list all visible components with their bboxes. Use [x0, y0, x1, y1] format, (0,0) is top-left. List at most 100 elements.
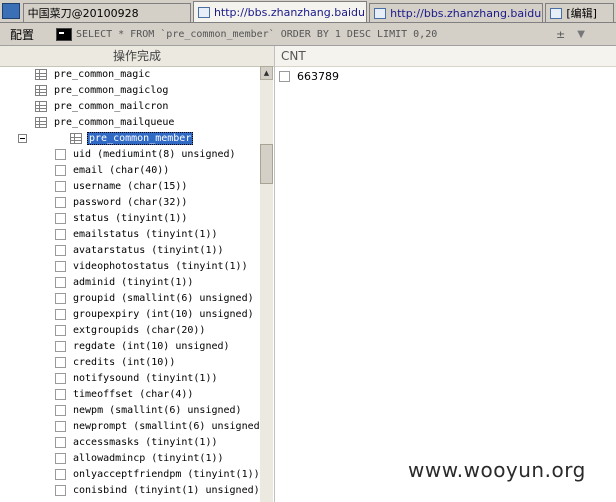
- tree-column-row[interactable]: groupid (smallint(6) unsigned): [0, 290, 260, 306]
- column-icon: [55, 436, 66, 448]
- tree-column-row[interactable]: videophotostatus (tinyint(1)): [0, 258, 260, 274]
- column-icon: [55, 340, 66, 352]
- column-name: avatarstatus (tinyint(1)): [73, 244, 224, 256]
- tree-column-row[interactable]: username (char(15)): [0, 178, 260, 194]
- sql-query-input[interactable]: SELECT * FROM `pre_common_member` ORDER …: [76, 29, 546, 40]
- column-name: notifysound (tinyint(1)): [73, 372, 218, 384]
- tree-column-row[interactable]: password (char(32)): [0, 194, 260, 210]
- tree-table-row[interactable]: pre_common_magic: [0, 66, 260, 82]
- table-icon: [35, 84, 47, 96]
- column-icon: [55, 308, 66, 320]
- tree-table-row-selected[interactable]: pre_common_member: [0, 130, 260, 146]
- tree-column-row[interactable]: groupexpiry (int(10) unsigned): [0, 306, 260, 322]
- column-icon: [55, 164, 66, 176]
- tree-column-row[interactable]: adminid (tinyint(1)): [0, 274, 260, 290]
- collapse-icon[interactable]: [18, 133, 27, 143]
- column-name: onlyacceptfriendpm (tinyint(1)): [73, 468, 260, 480]
- column-icon: [55, 324, 66, 336]
- tree-column-row[interactable]: credits (int(10)): [0, 354, 260, 370]
- tree-column-row[interactable]: uid (mediumint(8) unsigned): [0, 146, 260, 162]
- table-icon: [35, 100, 47, 112]
- column-name: groupid (smallint(6) unsigned): [73, 292, 254, 304]
- tree-column-row[interactable]: conisbind (tinyint(1) unsigned): [0, 482, 260, 498]
- column-name: newpm (smallint(6) unsigned): [73, 404, 242, 416]
- schema-tree-panel: 操作完成 pre_common_magic pre_common_magiclo…: [0, 46, 275, 502]
- table-name: pre_common_magic: [54, 68, 151, 80]
- column-name: email (char(40)): [73, 164, 170, 176]
- column-icon: [55, 180, 66, 192]
- result-cell: 663789: [297, 69, 339, 83]
- tree-column-row[interactable]: status (tinyint(1)): [0, 210, 260, 226]
- dropdown-arrow-icon[interactable]: ▼: [577, 29, 585, 40]
- tab-edit-label: [编辑]: [566, 7, 597, 20]
- tab-edit[interactable]: [编辑]: [545, 3, 614, 22]
- column-name: newprompt (smallint(6) unsigned): [73, 420, 260, 432]
- column-icon: [55, 388, 66, 400]
- query-bar: 配置 SELECT * FROM `pre_common_member` ORD…: [0, 23, 616, 46]
- tab-app[interactable]: 中国菜刀@20100928: [22, 3, 191, 22]
- column-icon: [55, 484, 66, 496]
- table-name: pre_common_mailqueue: [54, 116, 175, 128]
- scroll-up-arrow-icon[interactable]: ▲: [260, 66, 273, 80]
- tree-column-row[interactable]: newpm (smallint(6) unsigned): [0, 402, 260, 418]
- column-icon: [55, 228, 66, 240]
- column-icon: [55, 468, 66, 480]
- column-name: adminid (tinyint(1)): [73, 276, 194, 288]
- row-icon: [279, 70, 290, 82]
- column-list: uid (mediumint(8) unsigned) email (char(4…: [0, 146, 260, 498]
- column-name: extgroupids (char(20)): [73, 324, 206, 336]
- scroll-thumb[interactable]: [260, 144, 273, 184]
- plus-minus-button[interactable]: ±: [556, 28, 565, 41]
- column-icon: [55, 212, 66, 224]
- result-row[interactable]: 663789: [275, 67, 616, 85]
- config-button[interactable]: 配置: [0, 26, 50, 43]
- column-name: conisbind (tinyint(1) unsigned): [73, 484, 260, 496]
- column-name: password (char(32)): [73, 196, 188, 208]
- column-icon: [55, 276, 66, 288]
- tree-column-row[interactable]: allowadmincp (tinyint(1)): [0, 450, 260, 466]
- tree-column-row[interactable]: regdate (int(10) unsigned): [0, 338, 260, 354]
- page-icon: [550, 7, 563, 19]
- table-name: pre_common_magiclog: [54, 84, 169, 96]
- table-icon: [35, 116, 47, 128]
- tab-app-label: 中国菜刀@20100928: [27, 7, 139, 20]
- page-icon: [197, 6, 210, 18]
- column-name: videophotostatus (tinyint(1)): [73, 260, 248, 272]
- tree-table-row[interactable]: pre_common_mailcron: [0, 98, 260, 114]
- column-name: allowadmincp (tinyint(1)): [73, 452, 224, 464]
- tree-column-row[interactable]: accessmasks (tinyint(1)): [0, 434, 260, 450]
- result-column-header[interactable]: CNT: [275, 46, 616, 67]
- tree-column-row[interactable]: timeoffset (char(4)): [0, 386, 260, 402]
- column-name: emailstatus (tinyint(1)): [73, 228, 218, 240]
- app-logo-icon: [2, 3, 20, 19]
- terminal-icon: [56, 27, 72, 41]
- column-name: groupexpiry (int(10) unsigned): [73, 308, 254, 320]
- tree-column-row[interactable]: extgroupids (char(20)): [0, 322, 260, 338]
- tree-column-row[interactable]: emailstatus (tinyint(1)): [0, 226, 260, 242]
- page-icon: [374, 7, 387, 19]
- tree-scrollbar[interactable]: ▲: [260, 66, 273, 502]
- tree-column-row[interactable]: onlyacceptfriendpm (tinyint(1)): [0, 466, 260, 482]
- column-name: timeoffset (char(4)): [73, 388, 194, 400]
- tree-column-row[interactable]: avatarstatus (tinyint(1)): [0, 242, 260, 258]
- column-icon: [55, 420, 66, 432]
- schema-tree: pre_common_magic pre_common_magiclog pre…: [0, 66, 260, 502]
- watermark-text: www.wooyun.org: [408, 458, 586, 482]
- tree-column-row[interactable]: newprompt (smallint(6) unsigned): [0, 418, 260, 434]
- tree-column-row[interactable]: notifysound (tinyint(1)): [0, 370, 260, 386]
- tree-table-row[interactable]: pre_common_magiclog: [0, 82, 260, 98]
- selected-table-name: pre_common_member: [87, 131, 194, 145]
- column-icon: [55, 372, 66, 384]
- tab-strip: 中国菜刀@20100928 http://bbs.zhanzhang.baidu…: [0, 0, 616, 23]
- tree-table-row[interactable]: pre_common_mailqueue: [0, 114, 260, 130]
- tab-url-1-label: http://bbs.zhanzhang.baidu.c...: [213, 5, 368, 19]
- table-icon: [35, 68, 47, 80]
- column-icon: [55, 244, 66, 256]
- result-panel: CNT 663789: [275, 46, 616, 502]
- tab-url-1[interactable]: http://bbs.zhanzhang.baidu.c...: [192, 1, 368, 22]
- tree-column-row[interactable]: email (char(40)): [0, 162, 260, 178]
- column-icon: [55, 196, 66, 208]
- tab-url-2[interactable]: http://bbs.zhanzhang.baidu.c...: [369, 3, 544, 22]
- column-name: username (char(15)): [73, 180, 188, 192]
- column-name: uid (mediumint(8) unsigned): [73, 148, 236, 160]
